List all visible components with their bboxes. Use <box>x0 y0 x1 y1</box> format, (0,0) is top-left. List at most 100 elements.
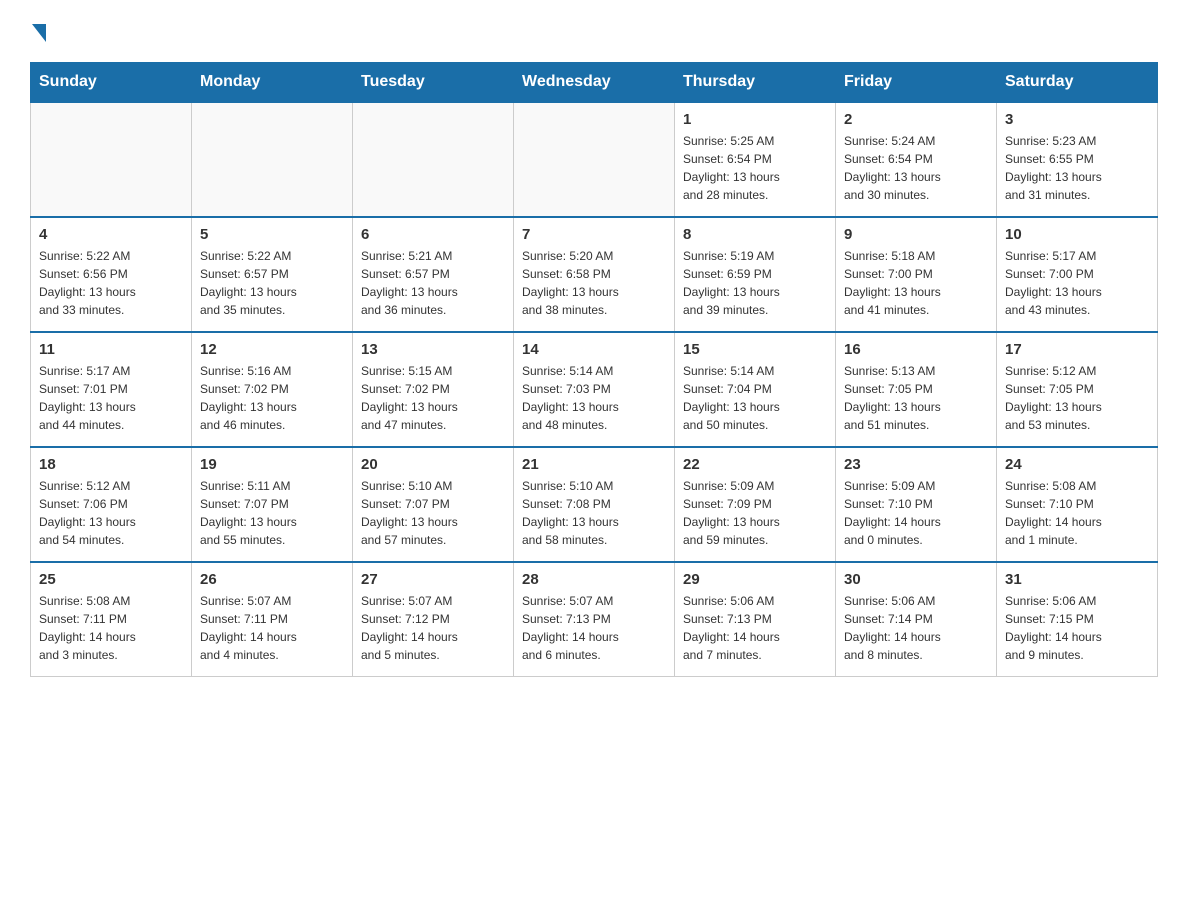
calendar-cell: 20 Sunrise: 5:10 AMSunset: 7:07 PMDayligh… <box>353 447 514 562</box>
weekday-header-friday: Friday <box>836 63 997 103</box>
calendar-cell: 8 Sunrise: 5:19 AMSunset: 6:59 PMDaylight… <box>675 217 836 332</box>
day-info: Sunrise: 5:24 AMSunset: 6:54 PMDaylight:… <box>844 132 988 204</box>
day-number: 5 <box>200 226 344 243</box>
calendar-cell: 28 Sunrise: 5:07 AMSunset: 7:13 PMDayligh… <box>514 562 675 677</box>
day-info: Sunrise: 5:09 AMSunset: 7:09 PMDaylight:… <box>683 477 827 549</box>
day-number: 23 <box>844 456 988 473</box>
day-number: 26 <box>200 571 344 588</box>
day-info: Sunrise: 5:25 AMSunset: 6:54 PMDaylight:… <box>683 132 827 204</box>
day-info: Sunrise: 5:06 AMSunset: 7:13 PMDaylight:… <box>683 592 827 664</box>
day-info: Sunrise: 5:10 AMSunset: 7:07 PMDaylight:… <box>361 477 505 549</box>
calendar-cell: 6 Sunrise: 5:21 AMSunset: 6:57 PMDaylight… <box>353 217 514 332</box>
calendar-cell: 31 Sunrise: 5:06 AMSunset: 7:15 PMDayligh… <box>997 562 1158 677</box>
day-info: Sunrise: 5:06 AMSunset: 7:15 PMDaylight:… <box>1005 592 1149 664</box>
day-number: 18 <box>39 456 183 473</box>
calendar-cell <box>192 102 353 217</box>
day-number: 2 <box>844 111 988 128</box>
calendar-cell <box>353 102 514 217</box>
calendar-cell: 12 Sunrise: 5:16 AMSunset: 7:02 PMDayligh… <box>192 332 353 447</box>
day-info: Sunrise: 5:20 AMSunset: 6:58 PMDaylight:… <box>522 247 666 319</box>
day-number: 11 <box>39 341 183 358</box>
week-row-4: 18Sunrise: 5:12 AMSunset: 7:06 PMDayligh… <box>31 447 1158 562</box>
day-number: 16 <box>844 341 988 358</box>
day-info: Sunrise: 5:13 AMSunset: 7:05 PMDaylight:… <box>844 362 988 434</box>
logo-triangle-icon <box>32 24 46 42</box>
calendar-cell: 9 Sunrise: 5:18 AMSunset: 7:00 PMDaylight… <box>836 217 997 332</box>
calendar-cell: 14Sunrise: 5:14 AMSunset: 7:03 PMDayligh… <box>514 332 675 447</box>
weekday-header-sunday: Sunday <box>31 63 192 103</box>
day-info: Sunrise: 5:22 AMSunset: 6:56 PMDaylight:… <box>39 247 183 319</box>
day-info: Sunrise: 5:08 AMSunset: 7:10 PMDaylight:… <box>1005 477 1149 549</box>
day-number: 27 <box>361 571 505 588</box>
calendar-cell: 30 Sunrise: 5:06 AMSunset: 7:14 PMDayligh… <box>836 562 997 677</box>
day-number: 3 <box>1005 111 1149 128</box>
week-row-1: 1 Sunrise: 5:25 AMSunset: 6:54 PMDaylight… <box>31 102 1158 217</box>
calendar-cell <box>514 102 675 217</box>
weekday-header-wednesday: Wednesday <box>514 63 675 103</box>
day-info: Sunrise: 5:17 AMSunset: 7:01 PMDaylight:… <box>39 362 183 434</box>
calendar-cell: 7Sunrise: 5:20 AMSunset: 6:58 PMDaylight… <box>514 217 675 332</box>
day-number: 24 <box>1005 456 1149 473</box>
calendar-cell: 11 Sunrise: 5:17 AMSunset: 7:01 PMDayligh… <box>31 332 192 447</box>
day-number: 25 <box>39 571 183 588</box>
day-info: Sunrise: 5:07 AMSunset: 7:12 PMDaylight:… <box>361 592 505 664</box>
day-info: Sunrise: 5:21 AMSunset: 6:57 PMDaylight:… <box>361 247 505 319</box>
day-info: Sunrise: 5:11 AMSunset: 7:07 PMDaylight:… <box>200 477 344 549</box>
calendar-cell: 1 Sunrise: 5:25 AMSunset: 6:54 PMDaylight… <box>675 102 836 217</box>
calendar-cell <box>31 102 192 217</box>
calendar-cell: 19 Sunrise: 5:11 AMSunset: 7:07 PMDayligh… <box>192 447 353 562</box>
day-number: 31 <box>1005 571 1149 588</box>
logo <box>30 20 46 42</box>
day-info: Sunrise: 5:07 AMSunset: 7:13 PMDaylight:… <box>522 592 666 664</box>
day-number: 21 <box>522 456 666 473</box>
day-info: Sunrise: 5:07 AMSunset: 7:11 PMDaylight:… <box>200 592 344 664</box>
calendar-table: SundayMondayTuesdayWednesdayThursdayFrid… <box>30 62 1158 677</box>
calendar-cell: 23Sunrise: 5:09 AMSunset: 7:10 PMDayligh… <box>836 447 997 562</box>
day-number: 13 <box>361 341 505 358</box>
day-number: 8 <box>683 226 827 243</box>
day-number: 30 <box>844 571 988 588</box>
calendar-cell: 27 Sunrise: 5:07 AMSunset: 7:12 PMDayligh… <box>353 562 514 677</box>
calendar-cell: 25 Sunrise: 5:08 AMSunset: 7:11 PMDayligh… <box>31 562 192 677</box>
day-number: 14 <box>522 341 666 358</box>
weekday-header-saturday: Saturday <box>997 63 1158 103</box>
day-number: 28 <box>522 571 666 588</box>
calendar-header-row: SundayMondayTuesdayWednesdayThursdayFrid… <box>31 63 1158 103</box>
calendar-cell: 5 Sunrise: 5:22 AMSunset: 6:57 PMDaylight… <box>192 217 353 332</box>
day-number: 12 <box>200 341 344 358</box>
day-number: 17 <box>1005 341 1149 358</box>
calendar-cell: 29Sunrise: 5:06 AMSunset: 7:13 PMDayligh… <box>675 562 836 677</box>
calendar-cell: 21 Sunrise: 5:10 AMSunset: 7:08 PMDayligh… <box>514 447 675 562</box>
week-row-5: 25 Sunrise: 5:08 AMSunset: 7:11 PMDayligh… <box>31 562 1158 677</box>
calendar-cell: 26 Sunrise: 5:07 AMSunset: 7:11 PMDayligh… <box>192 562 353 677</box>
day-number: 20 <box>361 456 505 473</box>
day-info: Sunrise: 5:23 AMSunset: 6:55 PMDaylight:… <box>1005 132 1149 204</box>
day-info: Sunrise: 5:08 AMSunset: 7:11 PMDaylight:… <box>39 592 183 664</box>
day-info: Sunrise: 5:14 AMSunset: 7:04 PMDaylight:… <box>683 362 827 434</box>
day-info: Sunrise: 5:22 AMSunset: 6:57 PMDaylight:… <box>200 247 344 319</box>
day-number: 10 <box>1005 226 1149 243</box>
calendar-cell: 13 Sunrise: 5:15 AMSunset: 7:02 PMDayligh… <box>353 332 514 447</box>
week-row-3: 11 Sunrise: 5:17 AMSunset: 7:01 PMDayligh… <box>31 332 1158 447</box>
calendar-cell: 10Sunrise: 5:17 AMSunset: 7:00 PMDayligh… <box>997 217 1158 332</box>
calendar-cell: 3 Sunrise: 5:23 AMSunset: 6:55 PMDaylight… <box>997 102 1158 217</box>
calendar-cell: 22Sunrise: 5:09 AMSunset: 7:09 PMDayligh… <box>675 447 836 562</box>
day-number: 6 <box>361 226 505 243</box>
day-info: Sunrise: 5:15 AMSunset: 7:02 PMDaylight:… <box>361 362 505 434</box>
day-info: Sunrise: 5:10 AMSunset: 7:08 PMDaylight:… <box>522 477 666 549</box>
weekday-header-thursday: Thursday <box>675 63 836 103</box>
day-info: Sunrise: 5:19 AMSunset: 6:59 PMDaylight:… <box>683 247 827 319</box>
day-info: Sunrise: 5:18 AMSunset: 7:00 PMDaylight:… <box>844 247 988 319</box>
day-info: Sunrise: 5:16 AMSunset: 7:02 PMDaylight:… <box>200 362 344 434</box>
day-number: 4 <box>39 226 183 243</box>
calendar-cell: 15 Sunrise: 5:14 AMSunset: 7:04 PMDayligh… <box>675 332 836 447</box>
day-number: 15 <box>683 341 827 358</box>
weekday-header-tuesday: Tuesday <box>353 63 514 103</box>
calendar-cell: 18Sunrise: 5:12 AMSunset: 7:06 PMDayligh… <box>31 447 192 562</box>
day-info: Sunrise: 5:12 AMSunset: 7:05 PMDaylight:… <box>1005 362 1149 434</box>
day-info: Sunrise: 5:06 AMSunset: 7:14 PMDaylight:… <box>844 592 988 664</box>
day-number: 9 <box>844 226 988 243</box>
day-number: 19 <box>200 456 344 473</box>
day-number: 1 <box>683 111 827 128</box>
calendar-cell: 24 Sunrise: 5:08 AMSunset: 7:10 PMDayligh… <box>997 447 1158 562</box>
